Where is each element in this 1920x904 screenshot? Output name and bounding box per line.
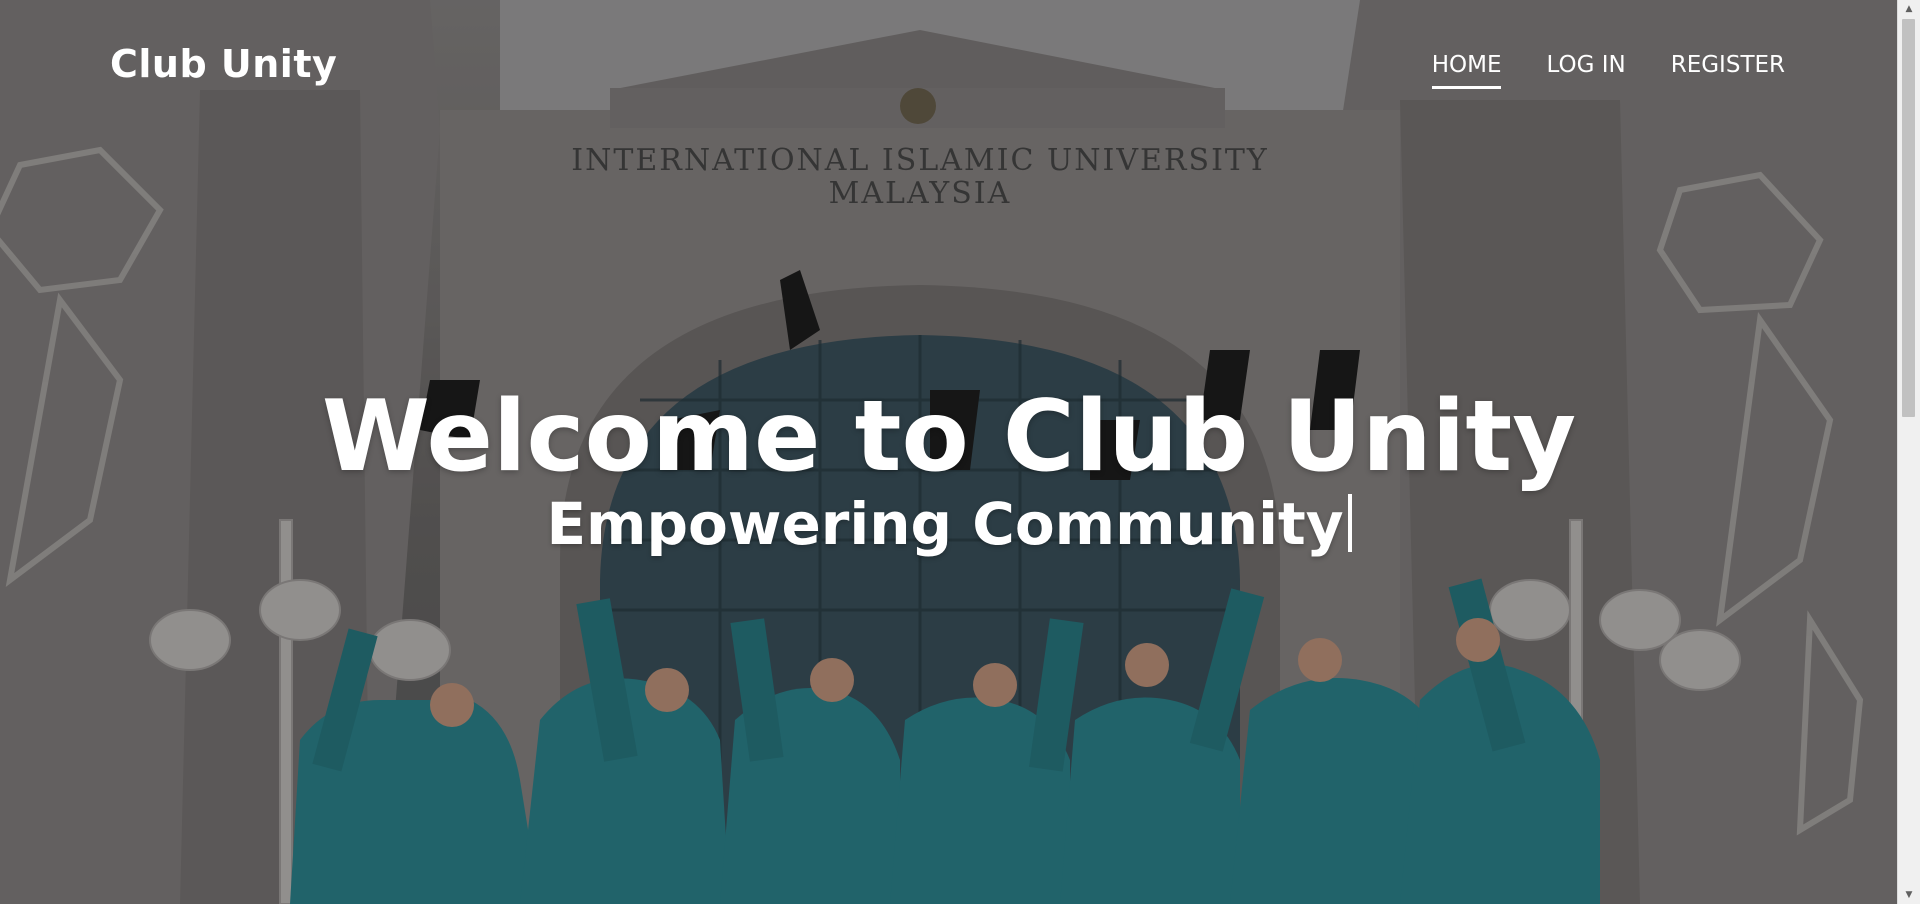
hero-subtitle-typing: Empowering Community [0, 494, 1898, 553]
typing-cursor [1347, 494, 1352, 552]
scroll-up-arrow-icon[interactable]: ▲ [1898, 0, 1920, 18]
nav-home-link[interactable]: HOME [1431, 52, 1502, 89]
nav-register-link[interactable]: REGISTER [1671, 52, 1785, 89]
landing-page: INTERNATIONAL ISLAMIC UNIVERSITY MALAYSI… [0, 0, 1920, 904]
scroll-down-arrow-icon[interactable]: ▼ [1898, 886, 1920, 904]
top-navbar: Club Unity HOME LOG IN REGISTER [0, 0, 1898, 130]
scrollbar-thumb[interactable] [1902, 19, 1915, 417]
hero-title: Welcome to Club Unity [321, 379, 1577, 494]
vertical-scrollbar[interactable]: ▲ ▼ [1897, 0, 1920, 904]
hero-subtitle-text: Empowering Community [546, 490, 1344, 558]
main-nav: HOME LOG IN REGISTER [1431, 52, 1785, 89]
brand-logo-link[interactable]: Club Unity [110, 42, 337, 86]
nav-login-link[interactable]: LOG IN [1546, 52, 1625, 89]
